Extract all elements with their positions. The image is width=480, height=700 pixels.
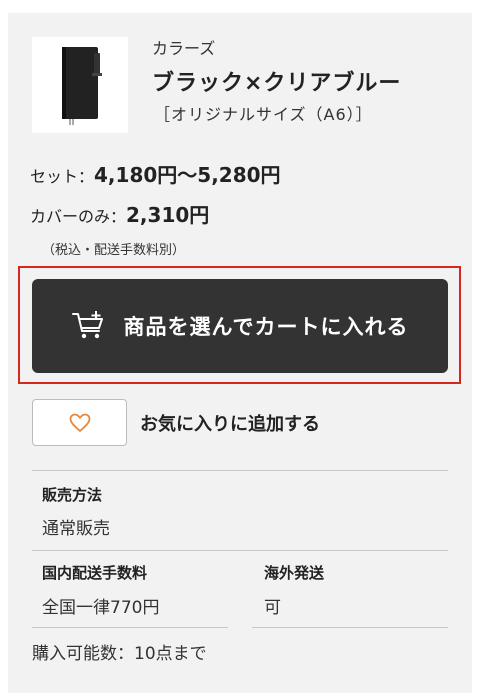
purchase-limit: 購入可能数：10点まで xyxy=(32,644,207,664)
cover-price-value: 2,310円 xyxy=(126,203,210,227)
domestic-shipping-heading: 国内配送手数料 xyxy=(42,564,148,582)
cart-plus-icon xyxy=(71,311,103,339)
divider xyxy=(252,627,448,628)
favorite-label[interactable]: お気に入りに追加する xyxy=(140,410,320,436)
set-price: セット： 4,180円〜5,280円 xyxy=(30,159,281,188)
product-size: ［オリジナルサイズ（A6）］ xyxy=(154,105,373,124)
sales-method-value: 通常販売 xyxy=(42,519,110,539)
heart-icon xyxy=(69,413,90,432)
product-image[interactable] xyxy=(32,37,128,133)
product-purchase-panel: カラーズ ブラック×クリアブルー ［オリジナルサイズ（A6）］ セット： 4,1… xyxy=(8,13,472,693)
notebook-image xyxy=(62,47,102,125)
product-name: ブラック×クリアブルー xyxy=(152,71,402,96)
favorite-button[interactable] xyxy=(32,399,127,446)
add-to-cart-label: 商品を選んでカートに入れる xyxy=(123,315,409,339)
add-to-cart-button[interactable]: 商品を選んでカートに入れる xyxy=(32,279,448,373)
divider xyxy=(32,627,228,628)
domestic-shipping-value: 全国一律770円 xyxy=(42,598,160,618)
cover-price: カバーのみ： 2,310円 xyxy=(30,199,209,228)
divider xyxy=(32,550,448,551)
set-price-value: 4,180円〜5,280円 xyxy=(94,163,281,187)
cover-price-label: カバーのみ： xyxy=(30,207,127,226)
sales-method-heading: 販売方法 xyxy=(42,486,103,504)
product-series: カラーズ xyxy=(152,39,216,58)
overseas-shipping-heading: 海外発送 xyxy=(264,564,325,582)
set-price-label: セット： xyxy=(30,167,95,186)
overseas-shipping-value: 可 xyxy=(264,598,281,618)
tax-note: （税込・配送手数料別） xyxy=(42,243,186,258)
divider xyxy=(32,470,448,471)
